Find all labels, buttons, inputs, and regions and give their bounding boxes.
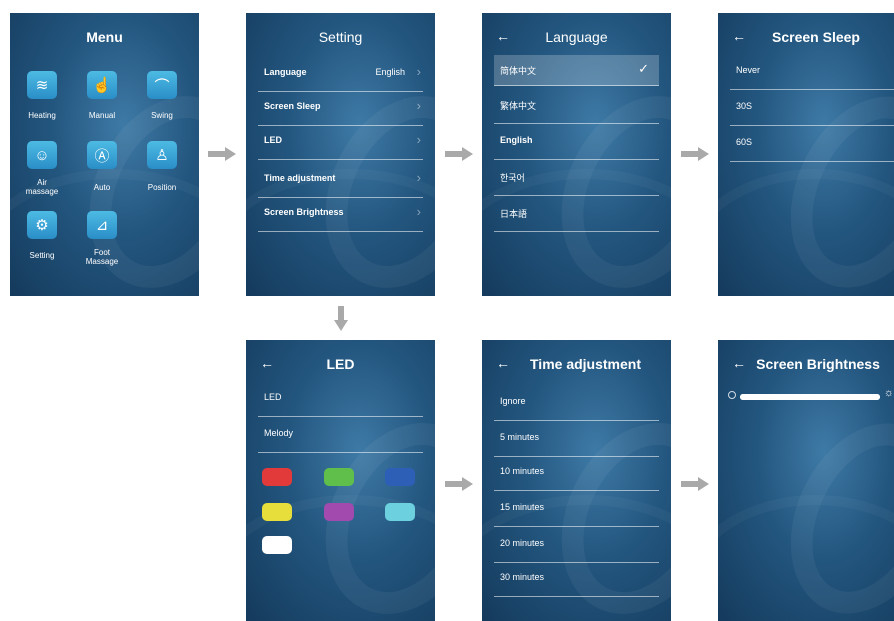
menu-item-manual-label: Manual — [88, 111, 116, 120]
setting-row-value: English — [375, 67, 405, 77]
time-adjustment-screen: ← Time adjustment Ignore 5 minutes 10 mi… — [482, 340, 671, 621]
setting-row-label: Screen Brightness — [264, 207, 344, 217]
sleep-option-label: 60S — [736, 137, 753, 147]
hand-icon[interactable]: ☝ — [87, 71, 117, 99]
setting-row-label: Screen Sleep — [264, 101, 321, 111]
language-option[interactable]: 繁体中文 — [494, 89, 659, 124]
back-arrow-icon[interactable]: ← — [496, 355, 510, 371]
color-swatch-yellow[interactable] — [262, 503, 292, 521]
sleep-option-label: Never — [736, 65, 761, 75]
brightness-slider-fill — [740, 394, 880, 400]
checkmark-icon: ✓ — [638, 61, 649, 76]
time-option[interactable]: Ignore — [494, 386, 659, 421]
language-title: Language — [545, 29, 608, 45]
screen-sleep-screen: ← Screen Sleep Never 30S 60S — [718, 13, 894, 296]
sleep-option[interactable]: 30S — [730, 91, 894, 126]
language-screen: ← Language 简体中文 ✓ 繁体中文 English 한국어 日本語 — [482, 13, 671, 296]
flow-arrow-down — [334, 306, 348, 332]
color-swatch-red[interactable] — [262, 468, 292, 486]
menu-item-setting-label: Setting — [29, 251, 55, 260]
menu-screen: Menu ≋ Heating ☝ Manual ⌒ Swing ☺ Air ma… — [10, 13, 199, 296]
setting-row-language[interactable]: Language English › — [258, 57, 423, 92]
flow-arrow-right — [681, 147, 711, 161]
back-arrow-icon[interactable]: ← — [732, 355, 746, 371]
sleep-option[interactable]: 60S — [730, 127, 894, 162]
swing-icon[interactable]: ⌒ — [147, 71, 177, 99]
language-option-label: 繁体中文 — [500, 101, 537, 111]
led-title: LED — [326, 356, 355, 372]
menu-item-foot-massage-label: Foot Massage — [85, 248, 119, 266]
auto-icon[interactable]: Ⓐ — [87, 141, 117, 169]
time-adjustment-title: Time adjustment — [530, 356, 641, 372]
time-option[interactable]: 15 minutes — [494, 492, 659, 527]
color-swatch-blue[interactable] — [385, 468, 415, 486]
chevron-right-icon: › — [416, 98, 421, 113]
flow-arrow-right — [445, 147, 475, 161]
time-option-label: 15 minutes — [500, 502, 545, 512]
color-swatch-cyan[interactable] — [385, 503, 415, 521]
setting-row-led[interactable]: LED › — [258, 125, 423, 160]
menu-item-swing-label: Swing — [151, 111, 173, 120]
back-arrow-icon[interactable]: ← — [732, 28, 746, 44]
screen-brightness-screen: ← Screen Brightness ☼ — [718, 340, 894, 621]
heating-icon[interactable]: ≋ — [27, 71, 57, 99]
time-option[interactable]: 5 minutes — [494, 422, 659, 457]
flow-arrow-right — [681, 477, 711, 491]
time-option[interactable]: 30 minutes — [494, 562, 659, 597]
setting-row-screen-brightness[interactable]: Screen Brightness › — [258, 197, 423, 232]
menu-title: Menu — [86, 29, 123, 45]
back-arrow-icon[interactable]: ← — [260, 355, 274, 371]
flow-arrow-right — [208, 147, 238, 161]
led-row-melody[interactable]: Melody — [258, 418, 423, 453]
chair-icon[interactable]: ♙ — [147, 141, 177, 169]
chevron-right-icon: › — [416, 64, 421, 79]
sleep-option[interactable]: Never — [730, 55, 894, 90]
sleep-option-label: 30S — [736, 101, 753, 111]
language-option-label: English — [500, 135, 533, 145]
menu-item-air-massage-label: Air massage — [25, 178, 59, 196]
brightness-slider[interactable] — [740, 394, 880, 400]
led-screen: ← LED LED Melody — [246, 340, 435, 621]
setting-row-label: Language — [264, 67, 307, 77]
language-option[interactable]: 日本語 — [494, 197, 659, 232]
brightness-low-icon — [728, 391, 736, 399]
setting-row-screen-sleep[interactable]: Screen Sleep › — [258, 91, 423, 126]
time-option[interactable]: 10 minutes — [494, 456, 659, 491]
language-option-label: 简体中文 — [500, 66, 537, 76]
setting-row-time-adjustment[interactable]: Time adjustment › — [258, 163, 423, 198]
chevron-right-icon: › — [416, 132, 421, 147]
chevron-right-icon: › — [416, 170, 421, 185]
menu-item-heating-label: Heating — [28, 111, 56, 120]
chevron-right-icon: › — [416, 204, 421, 219]
air-massage-icon[interactable]: ☺ — [27, 141, 57, 169]
setting-row-label: LED — [264, 135, 282, 145]
language-option[interactable]: 한국어 — [494, 161, 659, 196]
flow-arrow-right — [445, 477, 475, 491]
time-option-label: 20 minutes — [500, 538, 545, 548]
language-option-label: 日本語 — [500, 209, 528, 219]
gear-icon[interactable]: ⚙ — [27, 211, 57, 239]
foot-icon[interactable]: ⊿ — [87, 211, 117, 239]
language-option[interactable]: English — [494, 125, 659, 160]
menu-item-auto-label: Auto — [93, 183, 111, 192]
time-option-label: 10 minutes — [500, 466, 545, 476]
time-option[interactable]: 20 minutes — [494, 528, 659, 563]
setting-row-label: Time adjustment — [264, 173, 336, 183]
time-option-label: Ignore — [500, 396, 526, 406]
time-option-label: 5 minutes — [500, 432, 540, 442]
back-arrow-icon[interactable]: ← — [496, 28, 510, 44]
led-row-label: Melody — [264, 428, 294, 438]
menu-item-position-label: Position — [147, 183, 177, 192]
color-swatch-purple[interactable] — [324, 503, 354, 521]
color-swatch-white[interactable] — [262, 536, 292, 554]
sun-icon: ☼ — [883, 387, 894, 399]
setting-screen: Setting Language English › Screen Sleep … — [246, 13, 435, 296]
language-option-label: 한국어 — [500, 173, 525, 183]
time-option-label: 30 minutes — [500, 572, 545, 582]
color-swatch-green[interactable] — [324, 468, 354, 486]
led-row-led[interactable]: LED — [258, 382, 423, 417]
led-row-label: LED — [264, 392, 282, 402]
language-option-selected[interactable]: 简体中文 ✓ — [494, 55, 659, 86]
setting-title: Setting — [318, 29, 363, 45]
